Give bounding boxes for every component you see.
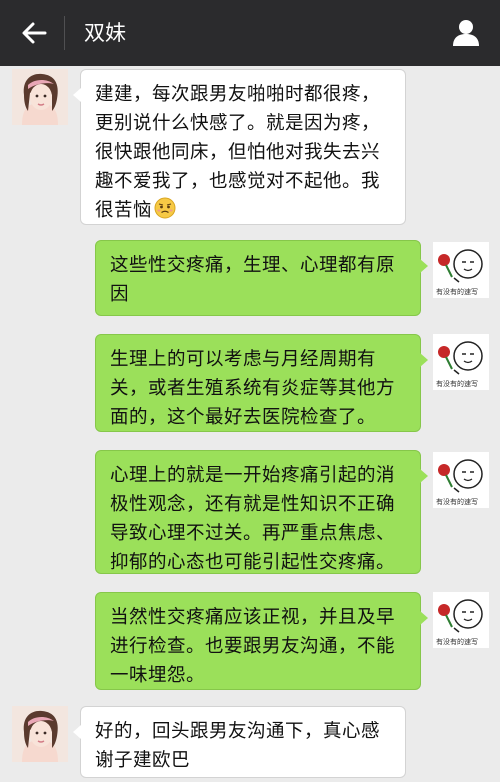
girl-portrait-icon: [12, 706, 68, 762]
avatar-caption: 有没有的速写: [436, 637, 478, 646]
header-divider: [64, 16, 65, 50]
contact-avatar[interactable]: [12, 69, 68, 125]
back-button[interactable]: [18, 17, 50, 49]
self-avatar[interactable]: 有没有的速写: [433, 242, 489, 298]
message-text: 当然性交疼痛应该正视，并且及早进行检查。也要跟男友沟通，不能一味埋怨。: [110, 607, 396, 686]
cartoon-face-with-rose-icon: 有没有的速写: [433, 452, 489, 508]
message-text: 建建，每次跟男友啪啪时都很疼，更别说什么快感了。就是因为疼，很快跟他同床，但怕他…: [95, 84, 381, 221]
cartoon-face-with-rose-icon: 有没有的速写: [433, 334, 489, 390]
person-icon: [453, 20, 479, 46]
avatar-caption: 有没有的速写: [436, 497, 478, 506]
outgoing-message-bubble[interactable]: 当然性交疼痛应该正视，并且及早进行检查。也要跟男友沟通，不能一味埋怨。: [95, 592, 428, 690]
girl-portrait-icon: [12, 69, 68, 125]
self-avatar[interactable]: 有没有的速写: [433, 592, 489, 648]
back-arrow-icon: [22, 22, 47, 44]
cartoon-face-with-rose-icon: 有没有的速写: [433, 242, 489, 298]
title-bar: 双妹: [0, 0, 500, 66]
outgoing-message-bubble[interactable]: 心理上的就是一开始疼痛引起的消极性观念，还有就是性知识不正确导致心理不过关。再严…: [95, 450, 428, 574]
outgoing-message-bubble[interactable]: 这些性交疼痛，生理、心理都有原因: [95, 240, 428, 316]
message-text: 生理上的可以考虑与月经周期有关，或者生殖系统有炎症等其他方面的，这个最好去医院检…: [110, 349, 396, 428]
avatar-caption: 有没有的速写: [436, 379, 478, 388]
message-text: 这些性交疼痛，生理、心理都有原因: [110, 255, 396, 305]
self-avatar[interactable]: 有没有的速写: [433, 334, 489, 390]
chat-title: 双妹: [84, 21, 126, 45]
self-avatar[interactable]: 有没有的速写: [433, 452, 489, 508]
contact-avatar[interactable]: [12, 706, 68, 762]
worried-face-emoji-icon: [154, 197, 176, 219]
message-text: 心理上的就是一开始疼痛引起的消极性观念，还有就是性知识不正确导致心理不过关。再严…: [110, 465, 396, 573]
message-text: 好的，回头跟男友沟通下，真心感谢子建欧巴: [95, 721, 381, 771]
cartoon-face-with-rose-icon: 有没有的速写: [433, 592, 489, 648]
profile-button[interactable]: [450, 16, 482, 48]
avatar-caption: 有没有的速写: [436, 287, 478, 296]
outgoing-message-bubble[interactable]: 生理上的可以考虑与月经周期有关，或者生殖系统有炎症等其他方面的，这个最好去医院检…: [95, 334, 428, 432]
incoming-message-bubble[interactable]: 好的，回头跟男友沟通下，真心感谢子建欧巴: [73, 706, 406, 778]
incoming-message-bubble[interactable]: 建建，每次跟男友啪啪时都很疼，更别说什么快感了。就是因为疼，很快跟他同床，但怕他…: [73, 69, 406, 225]
